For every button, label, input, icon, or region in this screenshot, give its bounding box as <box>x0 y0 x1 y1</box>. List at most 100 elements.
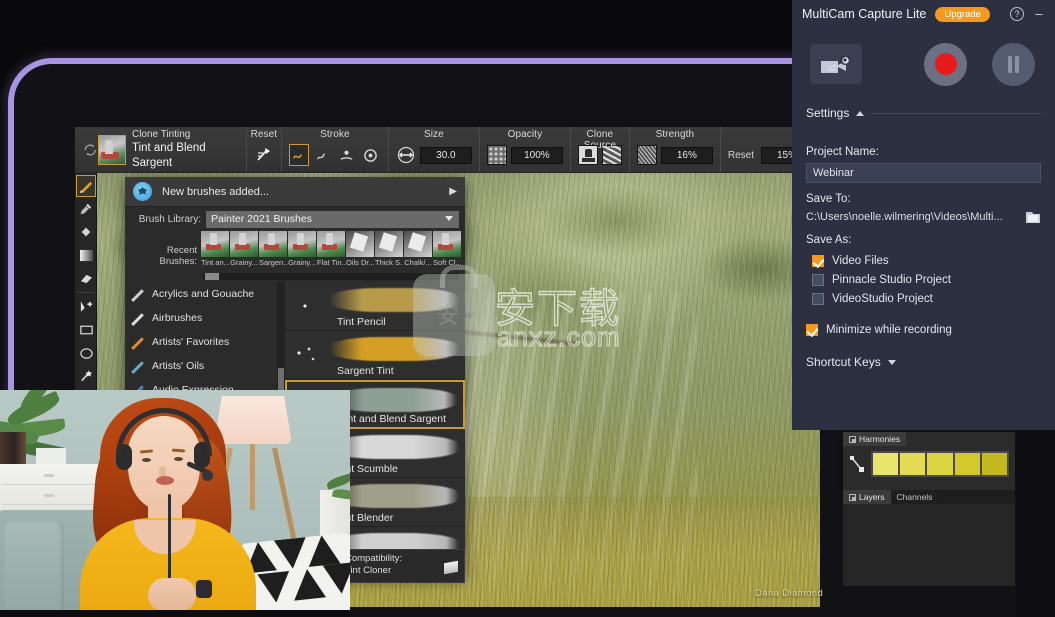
harmony-swatches[interactable] <box>871 451 1009 477</box>
recent-brushes-list[interactable]: Tint an...Grainy...Sargen...Grainy...Fla… <box>201 231 461 267</box>
harmony-swatch[interactable] <box>900 453 925 475</box>
recent-brush-item[interactable]: Grainy... <box>230 231 258 267</box>
recent-brushes-scrollbar[interactable] <box>203 273 459 280</box>
recent-brush-thumbnail[interactable] <box>404 231 432 257</box>
save-as-option[interactable]: Pinnacle Studio Project <box>812 270 1041 289</box>
recent-brush-thumbnail[interactable] <box>201 231 229 257</box>
freehand-stroke-icon[interactable] <box>289 144 309 166</box>
folder-icon[interactable] <box>1025 210 1041 224</box>
size-value-input[interactable]: 30.0 <box>420 147 472 164</box>
oval-select-tool[interactable] <box>76 342 96 364</box>
shortcut-keys-section[interactable]: Shortcut Keys <box>806 355 1041 369</box>
magic-brush-tool[interactable] <box>76 365 96 387</box>
webcam-video-overlay[interactable] <box>0 390 350 617</box>
save-as-checkbox[interactable] <box>812 274 824 286</box>
size-icon[interactable] <box>396 144 416 166</box>
new-brushes-banner[interactable]: New brushes added... ▶ <box>125 177 465 207</box>
recent-brush-caption: Tint an... <box>201 258 229 267</box>
brush-thumbnail[interactable] <box>98 135 126 165</box>
clone-stamp-icon[interactable] <box>578 145 598 165</box>
harmony-swatch[interactable] <box>982 453 1007 475</box>
brush-category-label: Artists' Favorites <box>152 336 229 348</box>
brush-variant-item[interactable]: Sargent Tint <box>285 331 465 380</box>
help-icon[interactable]: ? <box>1010 7 1024 21</box>
rectangle-select-tool[interactable] <box>76 319 96 341</box>
save-as-checkbox[interactable] <box>812 293 824 305</box>
harmony-swatch[interactable] <box>873 453 898 475</box>
layers-list[interactable] <box>843 504 1015 586</box>
eraser-tool[interactable] <box>76 267 96 289</box>
harmony-link-icon[interactable] <box>849 455 865 473</box>
recent-brush-item[interactable]: Flat Tin... <box>317 231 345 267</box>
minimize-while-recording-row[interactable]: Minimize while recording <box>806 320 1041 339</box>
recent-brush-thumbnail[interactable] <box>317 231 345 257</box>
recent-brush-thumbnail[interactable] <box>375 231 403 257</box>
camcorder-gear-icon[interactable]: x2 <box>810 44 862 84</box>
panel-menu-icon[interactable] <box>849 436 856 443</box>
recent-brush-thumbnail[interactable] <box>288 231 316 257</box>
strength-value-input[interactable]: 16% <box>661 147 713 164</box>
magic-wand-tool[interactable] <box>76 296 96 318</box>
harmony-swatch[interactable] <box>927 453 952 475</box>
opacity-group: Opacity 100% <box>480 127 571 172</box>
chevron-down-icon[interactable] <box>888 360 896 365</box>
recent-brush-item[interactable]: Tint an... <box>201 231 229 267</box>
save-as-option[interactable]: Video Files <box>812 251 1041 270</box>
camera-count-badge: x2 <box>828 64 836 73</box>
stroke-group: Stroke <box>282 127 389 172</box>
straight-stroke-icon[interactable] <box>313 144 333 166</box>
recent-brush-thumbnail[interactable] <box>433 231 461 257</box>
opacity-dots-swatch[interactable] <box>487 145 507 165</box>
tab-layers[interactable]: Layers <box>843 490 891 504</box>
panel-menu-icon[interactable] <box>849 494 856 501</box>
variant-name: Tint Pencil <box>337 316 386 328</box>
reset-brush-icon[interactable] <box>82 141 98 159</box>
brush-name-block: Clone Tinting Tint and Blend Sargent <box>132 129 239 170</box>
save-as-option[interactable]: VideoStudio Project <box>812 289 1041 308</box>
dropper-tool[interactable] <box>76 198 96 220</box>
chevron-up-icon[interactable] <box>856 111 864 116</box>
recent-brush-item[interactable]: Chalk/... <box>404 231 432 267</box>
brush-category-item[interactable]: Artists' Favorites <box>125 330 277 354</box>
opacity-value-input[interactable]: 100% <box>511 147 563 164</box>
brush-selector-cell[interactable]: Clone Tinting Tint and Blend Sargent <box>75 127 247 172</box>
reset-stroke-icon[interactable] <box>254 144 274 166</box>
brush-variant-item[interactable]: Tint Pencil <box>285 282 465 331</box>
minimize-icon[interactable]: – <box>1033 11 1045 17</box>
project-name-input[interactable]: Webinar <box>806 163 1041 183</box>
stroke-group-title: Stroke <box>282 129 388 140</box>
brush-tool[interactable] <box>76 175 96 197</box>
recent-brush-thumbnail[interactable] <box>259 231 287 257</box>
brush-category-item[interactable]: Airbrushes <box>125 306 277 330</box>
brush-category-item[interactable]: Acrylics and Gouache <box>125 282 277 306</box>
upgrade-button[interactable]: Upgrade <box>935 7 989 22</box>
minimize-while-recording-checkbox[interactable] <box>806 324 818 336</box>
recent-brush-item[interactable]: Soft Cl... <box>433 231 461 267</box>
recent-brush-thumbnail[interactable] <box>230 231 258 257</box>
harmony-swatch[interactable] <box>955 453 980 475</box>
banner-next-arrow-icon[interactable]: ▶ <box>449 186 457 197</box>
recent-brush-caption: Flat Tin... <box>317 258 345 267</box>
tab-channels[interactable]: Channels <box>891 490 939 504</box>
tab-harmonies[interactable]: Harmonies <box>843 432 906 446</box>
pause-button[interactable] <box>992 43 1035 86</box>
strength-noise-swatch[interactable] <box>637 145 657 165</box>
brush-library-value: Painter 2021 Brushes <box>211 213 312 225</box>
circle-stroke-icon[interactable] <box>361 144 381 166</box>
recent-brush-item[interactable]: Grainy... <box>288 231 316 267</box>
record-button[interactable] <box>924 43 967 86</box>
recent-brush-thumbnail[interactable] <box>346 231 374 257</box>
strength-group: Strength 16% <box>630 127 721 172</box>
brush-library-select[interactable]: Painter 2021 Brushes <box>206 211 459 228</box>
line-stroke-icon[interactable] <box>337 144 357 166</box>
paint-bucket-tool[interactable] <box>76 221 96 243</box>
save-as-checkbox[interactable] <box>812 255 824 267</box>
recent-brush-item[interactable]: Thick S... <box>375 231 403 267</box>
recent-brush-caption: Grainy... <box>288 258 316 267</box>
chevron-down-icon[interactable] <box>445 216 453 221</box>
settings-section-header[interactable]: Settings <box>792 100 1055 126</box>
brush-category-item[interactable]: Artists' Oils <box>125 354 277 378</box>
recent-brush-item[interactable]: Sargen... <box>259 231 287 267</box>
recent-brush-item[interactable]: Oils Dr... <box>346 231 374 267</box>
gradient-tool[interactable] <box>76 244 96 266</box>
